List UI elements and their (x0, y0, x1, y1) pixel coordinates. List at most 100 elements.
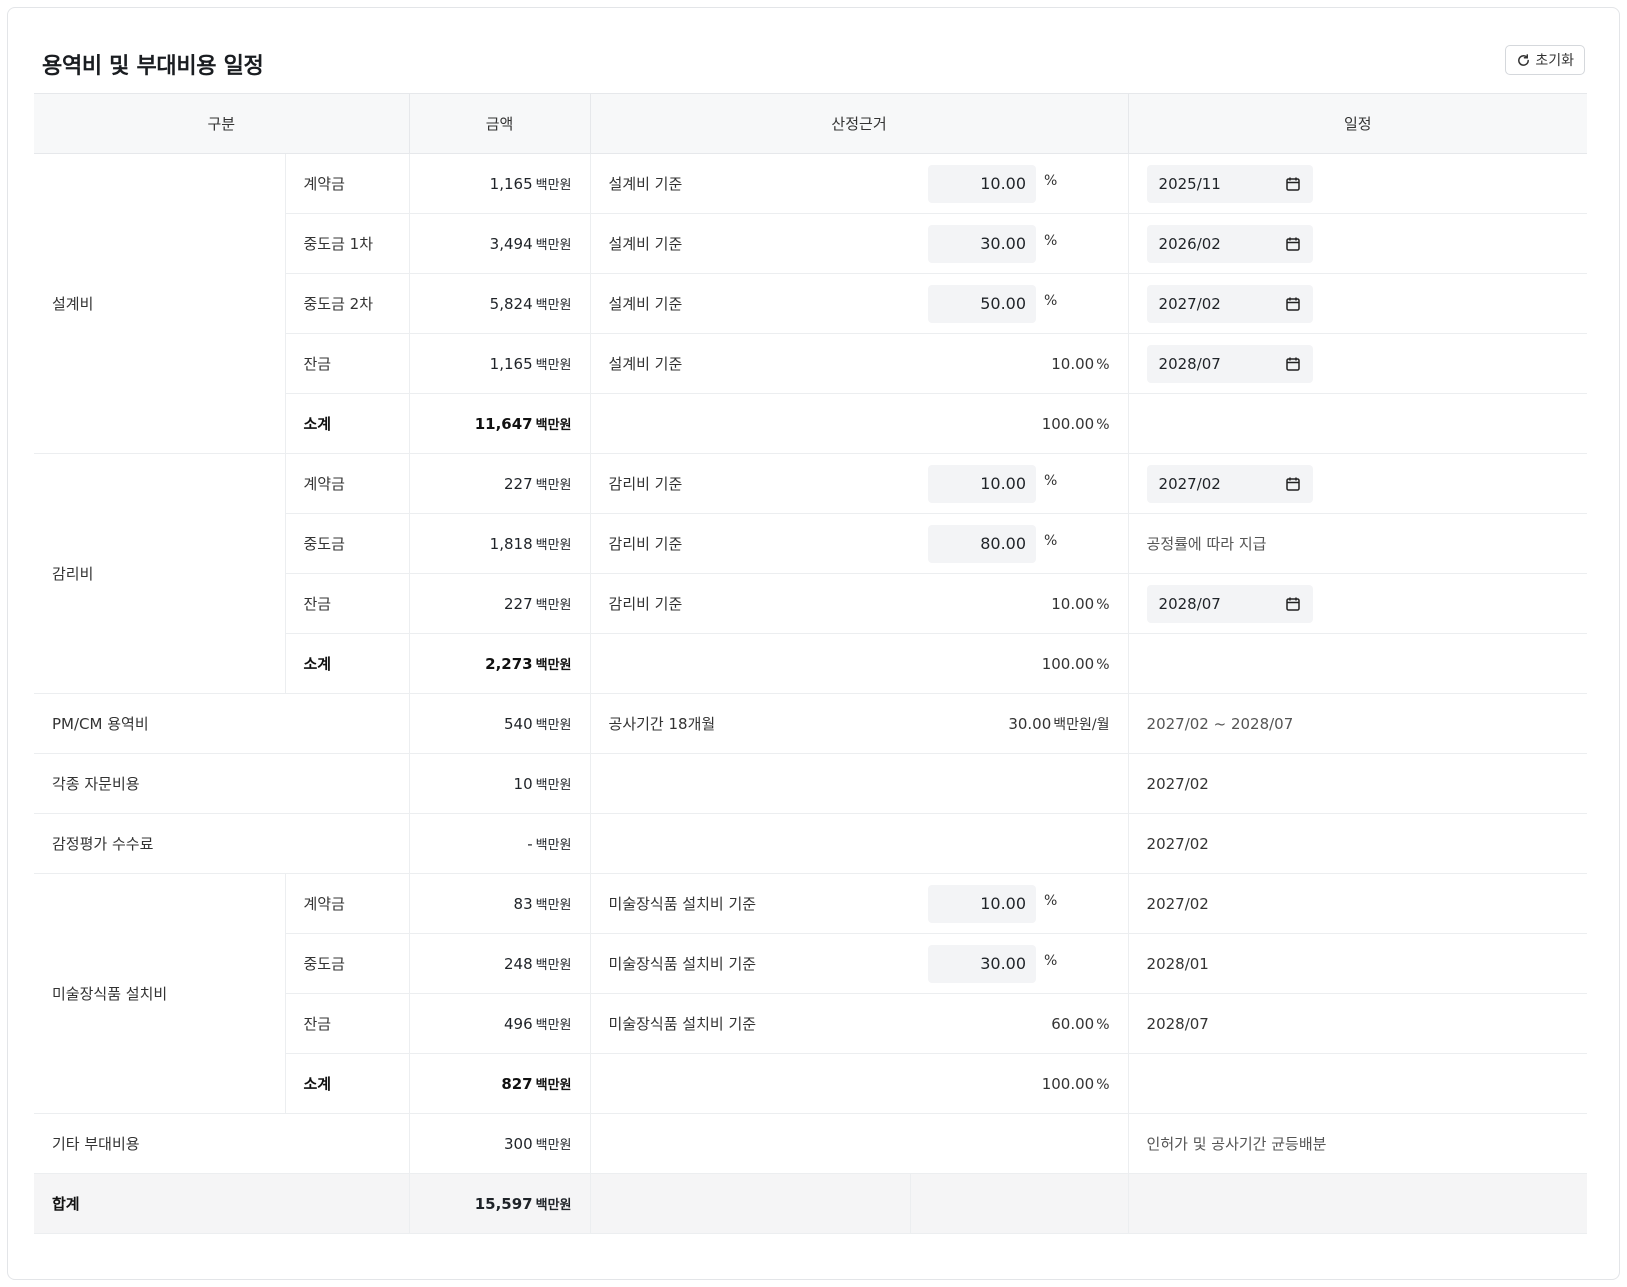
calendar-icon[interactable] (1285, 356, 1301, 372)
basis-cell: 설계비 기준 (589, 153, 911, 214)
basis-cell: 감리비 기준 (589, 573, 911, 634)
schedule-cell: 2027/02 (1127, 753, 1588, 814)
percent-cell (909, 1173, 1129, 1234)
percent-cell: % (910, 933, 1129, 994)
percent-input[interactable] (928, 944, 1037, 983)
subtotal-label: 소계 (284, 393, 410, 454)
basis-cell: 감리비 기준 (589, 513, 911, 574)
page-title: 용역비 및 부대비용 일정 (42, 54, 264, 79)
row-label: 감정평가 수수료 (34, 813, 410, 874)
schedule-cell (1127, 633, 1588, 694)
basis-cell (589, 1173, 911, 1234)
date-picker[interactable]: 2028/07 (1146, 344, 1313, 383)
schedule-cell (1127, 1053, 1588, 1114)
row-label: 중도금 2차 (284, 273, 410, 334)
date-picker[interactable]: 2027/02 (1146, 464, 1313, 503)
amount-cell: 5,824 백만원 (408, 273, 591, 334)
amount-cell: 83 백만원 (408, 873, 591, 934)
schedule-cell: 2027/02 (1127, 453, 1588, 514)
basis-cell (589, 1113, 911, 1174)
basis-cell: 미술장식품 설치비 기준 (589, 873, 911, 934)
table-row: 설계비 계약금 1,165백만원 설계비 기준 % 2025/11 (34, 153, 1588, 454)
subtotal-label: 소계 (284, 633, 410, 694)
percent-input[interactable] (928, 224, 1037, 263)
schedule-cell: 공정률에 따라 지급 (1127, 513, 1588, 574)
group-supervision-label: 감리비 (34, 453, 285, 694)
calendar-icon[interactable] (1285, 596, 1301, 612)
subtotal-percent: 100.00% (910, 1053, 1129, 1114)
table-header-row: 구분 금액 산정근거 일정 (34, 93, 1588, 154)
basis-cell: 설계비 기준 (589, 273, 911, 334)
row-label: 계약금 (284, 873, 410, 934)
subtotal-amount: 827 백만원 (408, 1053, 591, 1114)
percent-cell: 10.00% (910, 573, 1129, 634)
row-label: 잔금 (284, 333, 410, 394)
percent-cell (910, 813, 1129, 874)
percent-input[interactable] (928, 524, 1037, 563)
calendar-icon[interactable] (1285, 296, 1301, 312)
amount-cell: 227 백만원 (408, 453, 591, 514)
header-category: 구분 (34, 93, 410, 154)
amount-cell: 300 백만원 (408, 1113, 591, 1174)
cost-schedule-table: 구분 금액 산정근거 일정 설계비 계약금 1,165백만원 설계비 기준 % … (34, 93, 1588, 1234)
row-label: 잔금 (284, 573, 410, 634)
amount-cell: 540 백만원 (408, 693, 591, 754)
basis-cell: 감리비 기준 (589, 453, 911, 514)
percent-cell: % (910, 453, 1129, 514)
subtotal-percent: 100.00% (910, 633, 1129, 694)
date-picker[interactable]: 2025/11 (1146, 164, 1313, 203)
percent-cell: % (910, 213, 1129, 274)
percent-cell: 10.00% (910, 333, 1129, 394)
reset-button[interactable]: 초기화 (1505, 45, 1585, 75)
amount-cell: - 백만원 (408, 813, 591, 874)
subtotal-amount: 2,273 백만원 (408, 633, 591, 694)
total-label: 합계 (34, 1173, 410, 1234)
percent-cell: % (910, 513, 1129, 574)
schedule-cell: 2027/02 ~ 2028/07 (1127, 693, 1588, 754)
percent-input[interactable] (928, 164, 1037, 203)
basis-cell: 미술장식품 설치비 기준 (589, 993, 911, 1054)
header-amount: 금액 (408, 93, 591, 154)
schedule-cell: 2028/01 (1127, 933, 1588, 994)
row-label: 잔금 (284, 993, 410, 1054)
calendar-icon[interactable] (1285, 236, 1301, 252)
basis-cell: 공사기간 18개월 (589, 693, 911, 754)
schedule-cell: 2028/07 (1127, 993, 1588, 1054)
percent-input[interactable] (928, 884, 1037, 923)
row-label: 계약금 (284, 453, 410, 514)
schedule-cell: 2026/02 (1127, 213, 1588, 274)
date-picker[interactable]: 2028/07 (1146, 584, 1313, 623)
percent-cell: 60.00% (910, 993, 1129, 1054)
percent-input[interactable] (928, 464, 1037, 503)
row-label: 중도금 (284, 933, 410, 994)
table-row: 감정평가 수수료 - 백만원 2027/02 (34, 813, 1588, 874)
table-row: 미술장식품 설치비 계약금 83백만원 미술장식품 설치비 기준 % 2027/… (34, 873, 1588, 1114)
date-picker[interactable]: 2027/02 (1146, 284, 1313, 323)
basis-cell (589, 633, 911, 694)
basis-cell: 설계비 기준 (589, 333, 911, 394)
percent-input[interactable] (928, 284, 1037, 323)
basis-cell (589, 1053, 911, 1114)
percent-cell: % (910, 873, 1129, 934)
amount-cell: 1,165 백만원 (408, 153, 591, 214)
row-label: 각종 자문비용 (34, 753, 410, 814)
table-row: 각종 자문비용 10 백만원 2027/02 (34, 753, 1588, 814)
amount-cell: 1,165 백만원 (408, 333, 591, 394)
reset-label: 초기화 (1535, 53, 1574, 69)
amount-cell: 3,494 백만원 (408, 213, 591, 274)
schedule-cell: 인허가 및 공사기간 균등배분 (1127, 1113, 1588, 1174)
subtotal-percent: 100.00% (910, 393, 1129, 454)
date-picker[interactable]: 2026/02 (1146, 224, 1313, 263)
schedule-cell: 2027/02 (1127, 813, 1588, 874)
calendar-icon[interactable] (1285, 476, 1301, 492)
schedule-cell: 2027/02 (1127, 873, 1588, 934)
subtotal-amount: 11,647 백만원 (408, 393, 591, 454)
basis-cell: 미술장식품 설치비 기준 (589, 933, 911, 994)
percent-cell (910, 1113, 1129, 1174)
group-art-label: 미술장식품 설치비 (34, 873, 285, 1114)
table-row: PM/CM 용역비 540 백만원 공사기간 18개월 30.00 백만원/월 20… (34, 693, 1588, 754)
total-row: 합계 15,597 백만원 (34, 1173, 1588, 1234)
total-amount: 15,597 백만원 (408, 1173, 591, 1234)
calendar-icon[interactable] (1285, 176, 1301, 192)
schedule-cell: 2025/11 (1127, 153, 1588, 214)
